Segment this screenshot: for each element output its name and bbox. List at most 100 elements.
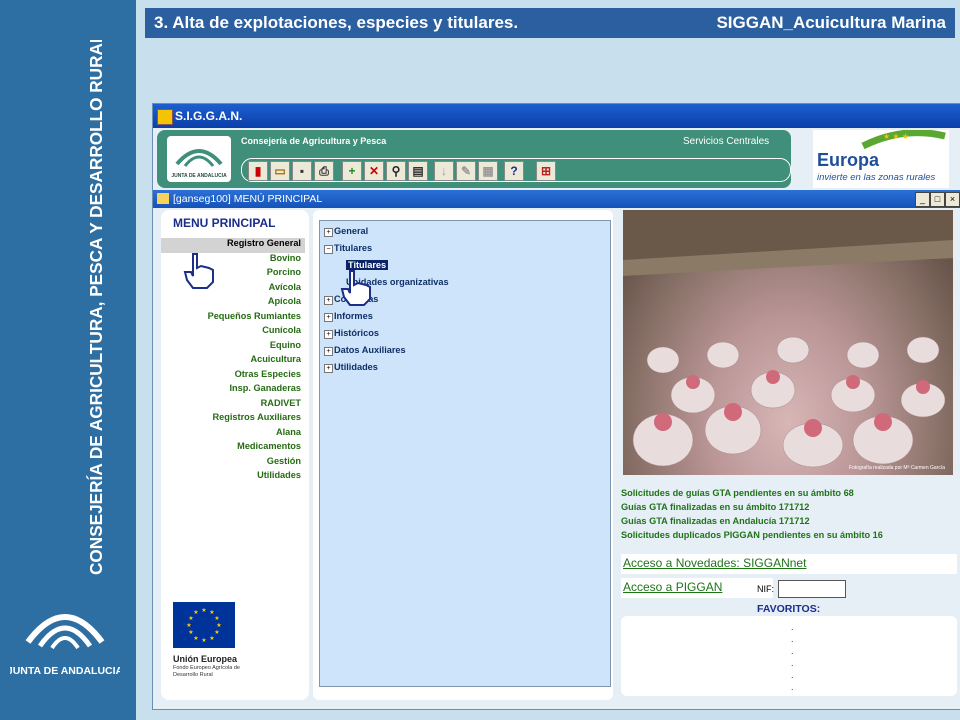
piggan-link[interactable]: Acceso a PIGGAN [623, 580, 722, 594]
slide-header: 3. Alta de explotaciones, especies y tit… [145, 8, 955, 38]
help-icon[interactable]: ? [504, 161, 524, 181]
favoritos-box: . . . . . . [621, 616, 957, 696]
svg-text:★: ★ [201, 607, 206, 614]
tree-node-datos-auxiliares[interactable]: Datos Auxiliares [334, 345, 406, 355]
banner-location: Servicios Centrales [683, 136, 770, 147]
junta-logo-text: JUNTA DE ANDALUCIA [10, 665, 120, 677]
main-menu-content: MENU PRINCIPAL Registro General Bovino P… [157, 210, 957, 706]
window-icon [157, 193, 169, 204]
svg-text:★: ★ [214, 629, 219, 636]
inner-window-title-bar: [ganseg100] MENÚ PRINCIPAL _ □ × [153, 190, 960, 208]
favorito-item[interactable]: . [791, 658, 794, 668]
menu-tree: + General − Titulares Titulares Unidades… [319, 220, 611, 687]
pencil-icon[interactable]: ✎ [456, 161, 476, 181]
menu-item-medicamentos[interactable]: Medicamentos [161, 441, 305, 456]
down-arrow-icon[interactable]: ↓ [434, 161, 454, 181]
stat-gta-finalizadas-andalucia: Guías GTA finalizadas en Andalucía 17171… [621, 516, 810, 526]
banner-logo-text: JUNTA DE ANDALUCIA [171, 173, 227, 179]
stat-gta-finalizadas-ambito: Guías GTA finalizadas en su ámbito 17171… [621, 502, 810, 512]
junta-andalucia-logo: JUNTA DE ANDALUCIA [7, 596, 124, 686]
inner-window-title: [ganseg100] MENÚ PRINCIPAL [173, 193, 323, 205]
menu-item-otras-especies[interactable]: Otras Especies [161, 369, 305, 384]
menu-item-acuicultura[interactable]: Acuicultura [161, 354, 305, 369]
banner-title: Consejería de Agricultura y Pesca [241, 136, 387, 146]
tree-node-utilidades[interactable]: Utilidades [334, 362, 378, 372]
expand-icon[interactable]: + [324, 364, 333, 373]
stats-list: Solicitudes de guías GTA pendientes en s… [621, 488, 953, 544]
svg-text:★: ★ [216, 622, 221, 629]
exit-icon[interactable]: ▮ [248, 161, 268, 181]
sidebar-vertical-text: CONSEJERÍA DE AGRICULTURA, PESCA Y DESAR… [44, 33, 124, 580]
app-title-bar: S.I.G.G.A.N. [153, 104, 960, 128]
favoritos-title: FAVORITOS: [757, 603, 821, 615]
menu-item-radivet[interactable]: RADIVET [161, 398, 305, 413]
left-sidebar-band: CONSEJERÍA DE AGRICULTURA, PESCA Y DESAR… [0, 0, 136, 720]
svg-text:★ ★ ★: ★ ★ ★ [883, 132, 909, 141]
favorito-item[interactable]: . [791, 634, 794, 644]
tree-node-titulares[interactable]: Titulares [334, 243, 372, 253]
novedades-link[interactable]: Acceso a Novedades: SIGGANnet [623, 556, 806, 570]
siggan-app-window: S.I.G.G.A.N. JUNTA DE ANDALUCIA Consejer… [152, 103, 960, 710]
tree-node-historicos[interactable]: Históricos [334, 328, 379, 338]
menu-item-equino[interactable]: Equino [161, 340, 305, 355]
favorito-item[interactable]: . [791, 646, 794, 656]
save-icon[interactable]: ▪ [292, 161, 312, 181]
eu-label: Unión Europea [173, 654, 238, 664]
app-banner: JUNTA DE ANDALUCIA Consejería de Agricul… [157, 130, 791, 188]
toolbar: ▮ ▭ ▪ ⎙ + ✕ ⚲ ▤ ↓ ✎ ▦ ? ⊞ [241, 158, 791, 182]
favorito-item[interactable]: . [791, 622, 794, 632]
stat-duplicados-piggan: Solicitudes duplicados PIGGAN pendientes… [621, 530, 883, 540]
expand-icon[interactable]: + [324, 347, 333, 356]
svg-text:★: ★ [193, 635, 198, 642]
open-folder-icon[interactable]: ▭ [270, 161, 290, 181]
svg-text:★: ★ [193, 609, 198, 616]
europa-tagline: invierte en las zonas rurales [817, 172, 936, 183]
tree-node-general[interactable]: General [334, 226, 368, 236]
europa-title: Europa [817, 150, 880, 170]
edit-icon[interactable]: ▤ [408, 161, 428, 181]
menu-item-pequenos-rumiantes[interactable]: Pequeños Rumiantes [161, 311, 305, 326]
structure-icon[interactable]: ⊞ [536, 161, 556, 181]
menu-item-apicola[interactable]: Apícola [161, 296, 305, 311]
menu-item-registro-general[interactable]: Registro General [161, 238, 305, 253]
photo-caption: Fotografía realizada por Mª Carmen Garcí… [848, 465, 945, 471]
expand-icon[interactable]: + [324, 228, 333, 237]
maximize-icon[interactable]: □ [930, 192, 945, 207]
menu-item-cunicola[interactable]: Cunícola [161, 325, 305, 340]
svg-text:★: ★ [188, 629, 193, 636]
nif-label: NIF: [757, 584, 774, 594]
hand-pointer-icon [340, 270, 371, 306]
delete-icon[interactable]: ✕ [364, 161, 384, 181]
menu-item-insp-ganaderas[interactable]: Insp. Ganaderas [161, 383, 305, 398]
close-icon[interactable]: × [945, 192, 960, 207]
svg-text:★: ★ [186, 622, 191, 629]
expand-icon[interactable]: + [324, 330, 333, 339]
collapse-icon[interactable]: − [324, 245, 333, 254]
app-icon [157, 109, 173, 125]
menu-item-utilidades[interactable]: Utilidades [161, 470, 305, 485]
stat-gta-pendientes: Solicitudes de guías GTA pendientes en s… [621, 488, 854, 498]
turkey-farm-photo: Fotografía realizada por Mª Carmen Garcí… [623, 210, 953, 475]
eu-fund-label: Fondo Europeo Agrícola de Desarrollo Rur… [173, 665, 240, 678]
sidebar-vertical-label: CONSEJERÍA DE AGRICULTURA, PESCA Y DESAR… [86, 40, 106, 575]
menu-item-registros-auxiliares[interactable]: Registros Auxiliares [161, 412, 305, 427]
expand-icon[interactable]: + [324, 313, 333, 322]
print-icon[interactable]: ⎙ [314, 161, 334, 181]
main-menu-panel: MENU PRINCIPAL Registro General Bovino P… [161, 210, 309, 700]
tree-node-informes[interactable]: Informes [334, 311, 373, 321]
favorito-item[interactable]: . [791, 682, 794, 692]
piggan-link-box: Acceso a PIGGAN [621, 578, 773, 598]
favorito-item[interactable]: . [791, 670, 794, 680]
document-icon[interactable]: ▦ [478, 161, 498, 181]
novedades-link-box: Acceso a Novedades: SIGGANnet [621, 554, 957, 574]
expand-icon[interactable]: + [324, 296, 333, 305]
menu-item-alana[interactable]: Alana [161, 427, 305, 442]
minimize-icon[interactable]: _ [915, 192, 930, 207]
add-icon[interactable]: + [342, 161, 362, 181]
menu-item-gestion[interactable]: Gestión [161, 456, 305, 471]
slide-title: 3. Alta de explotaciones, especies y tit… [154, 13, 519, 32]
svg-text:★: ★ [209, 635, 214, 642]
nif-input[interactable] [778, 580, 846, 598]
search-icon[interactable]: ⚲ [386, 161, 406, 181]
svg-text:★: ★ [201, 637, 206, 644]
